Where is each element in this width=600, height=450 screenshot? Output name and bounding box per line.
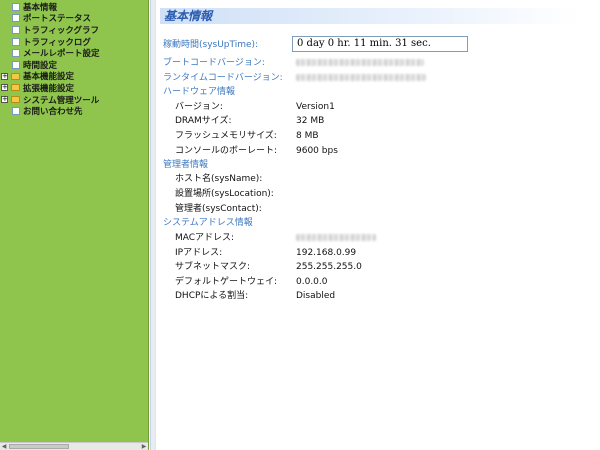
boot-code-row: ブートコードバージョン: xyxy=(163,56,424,70)
expand-icon[interactable]: + xyxy=(1,96,8,104)
admin-section-heading: 管理者情報 xyxy=(163,160,209,170)
sidebar-nav: 基本情報 ポートステータス トラフィックグラフ トラフィックログ メールレポート… xyxy=(0,1,148,117)
folder-icon xyxy=(11,84,20,92)
sidebar-item-system-tools[interactable]: + システム管理ツール xyxy=(0,94,148,106)
page-icon xyxy=(12,25,20,34)
page-icon xyxy=(12,2,20,11)
sidebar-item-mail-report[interactable]: メールレポート設定 xyxy=(0,47,148,59)
subnet-label: サブネットマスク: xyxy=(175,262,251,272)
expand-icon[interactable]: + xyxy=(1,84,8,92)
subnet-row: サブネットマスク: 255.255.255.0 xyxy=(163,260,362,274)
hardware-section-heading: ハードウェア情報 xyxy=(163,87,236,97)
uptime-row: 稼動時間(sysUpTime): 0 day 0 hr. 11 min. 31 … xyxy=(163,36,468,52)
dram-label: DRAMサイズ: xyxy=(175,116,232,126)
flash-value: 8 MB xyxy=(296,131,319,141)
console-baud-row: コンソールのボーレート: 9600 bps xyxy=(163,144,338,158)
page-icon xyxy=(12,107,20,116)
sysaddr-section-heading: システムアドレス情報 xyxy=(163,218,253,228)
runtime-code-value-redacted xyxy=(296,71,426,85)
boot-code-label: ブートコードバージョン: xyxy=(163,58,265,68)
console-baud-value: 9600 bps xyxy=(296,146,338,156)
location-row: 設置場所(sysLocation): xyxy=(163,187,274,201)
ip-row: IPアドレス: 192.168.0.99 xyxy=(163,246,356,260)
page-title: 基本情報 xyxy=(164,9,213,23)
title-bar xyxy=(160,8,580,24)
sidebar-item-label: メールレポート設定 xyxy=(23,49,100,60)
dhcp-label: DHCPによる割当: xyxy=(175,291,249,301)
sidebar-item-label: 時間設定 xyxy=(23,60,58,71)
sidebar-item-label: トラフィックグラフ xyxy=(23,25,99,36)
sidebar-item-traffic-log[interactable]: トラフィックログ xyxy=(0,36,148,48)
contact-row: 管理者(sysContact): xyxy=(163,202,262,216)
dhcp-row: DHCPによる割当: Disabled xyxy=(163,289,335,303)
page-icon xyxy=(12,37,20,46)
flash-label: フラッシュメモリサイズ: xyxy=(175,131,277,141)
gateway-value: 0.0.0.0 xyxy=(296,277,328,287)
sidebar-item-label: お問い合わせ先 xyxy=(23,107,83,118)
runtime-code-row: ランタイムコードバージョン: xyxy=(163,71,426,85)
ip-label: IPアドレス: xyxy=(175,248,223,258)
main-content: 基本情報 稼動時間(sysUpTime): 0 day 0 hr. 11 min… xyxy=(156,0,600,450)
sidebar-item-contact[interactable]: お問い合わせ先 xyxy=(0,105,148,117)
gateway-row: デフォルトゲートウェイ: 0.0.0.0 xyxy=(163,275,328,289)
scrollbar-thumb[interactable] xyxy=(9,444,69,449)
dhcp-value: Disabled xyxy=(296,291,336,301)
flash-row: フラッシュメモリサイズ: 8 MB xyxy=(163,129,319,143)
sidebar-item-basic-functions[interactable]: + 基本機能設定 xyxy=(0,71,148,83)
hw-version-label: バージョン: xyxy=(175,102,223,112)
folder-icon xyxy=(11,72,20,80)
sidebar-horizontal-scrollbar[interactable]: ◀ ▶ xyxy=(0,442,148,450)
sidebar-item-label: 拡張機能設定 xyxy=(23,83,75,94)
sidebar-item-label: 基本機能設定 xyxy=(23,72,75,83)
host-name-row: ホスト名(sysName): xyxy=(163,172,262,186)
sidebar: 基本情報 ポートステータス トラフィックグラフ トラフィックログ メールレポート… xyxy=(0,0,149,450)
uptime-field[interactable]: 0 day 0 hr. 11 min. 31 sec. xyxy=(292,36,468,52)
host-name-label: ホスト名(sysName): xyxy=(175,174,263,184)
subnet-value: 255.255.255.0 xyxy=(296,262,362,272)
sidebar-item-label: トラフィックログ xyxy=(23,37,91,48)
sidebar-item-time-settings[interactable]: 時間設定 xyxy=(0,59,148,71)
dram-row: DRAMサイズ: 32 MB xyxy=(163,114,324,128)
gateway-label: デフォルトゲートウェイ: xyxy=(175,277,278,287)
scroll-right-icon[interactable]: ▶ xyxy=(140,443,148,450)
sidebar-item-label: ポートステータス xyxy=(23,14,92,25)
mac-value-redacted xyxy=(296,231,376,245)
location-label: 設置場所(sysLocation): xyxy=(175,189,274,199)
hw-version-row: バージョン: Version1 xyxy=(163,100,335,114)
page-icon xyxy=(12,60,20,69)
dram-value: 32 MB xyxy=(296,116,325,126)
uptime-label: 稼動時間(sysUpTime): xyxy=(163,40,259,50)
mac-row: MACアドレス: xyxy=(163,231,376,245)
runtime-code-label: ランタイムコードバージョン: xyxy=(163,73,283,83)
sidebar-item-port-status[interactable]: ポートステータス xyxy=(0,13,148,25)
page-icon xyxy=(12,49,20,58)
console-baud-label: コンソールのボーレート: xyxy=(175,146,278,156)
boot-code-value-redacted xyxy=(296,56,424,70)
sidebar-item-traffic-graph[interactable]: トラフィックグラフ xyxy=(0,24,148,36)
scroll-left-icon[interactable]: ◀ xyxy=(0,443,8,450)
sidebar-item-label: システム管理ツール xyxy=(23,95,100,106)
folder-icon xyxy=(11,96,20,104)
mac-label: MACアドレス: xyxy=(175,233,235,243)
contact-label: 管理者(sysContact): xyxy=(175,204,262,214)
sidebar-item-extended-functions[interactable]: + 拡張機能設定 xyxy=(0,82,148,94)
ip-value: 192.168.0.99 xyxy=(296,248,357,258)
sidebar-item-basic-info[interactable]: 基本情報 xyxy=(0,1,148,13)
hw-version-value: Version1 xyxy=(296,102,335,112)
page-icon xyxy=(12,14,20,23)
expand-icon[interactable]: + xyxy=(1,72,8,80)
sidebar-item-label: 基本情報 xyxy=(23,2,58,13)
